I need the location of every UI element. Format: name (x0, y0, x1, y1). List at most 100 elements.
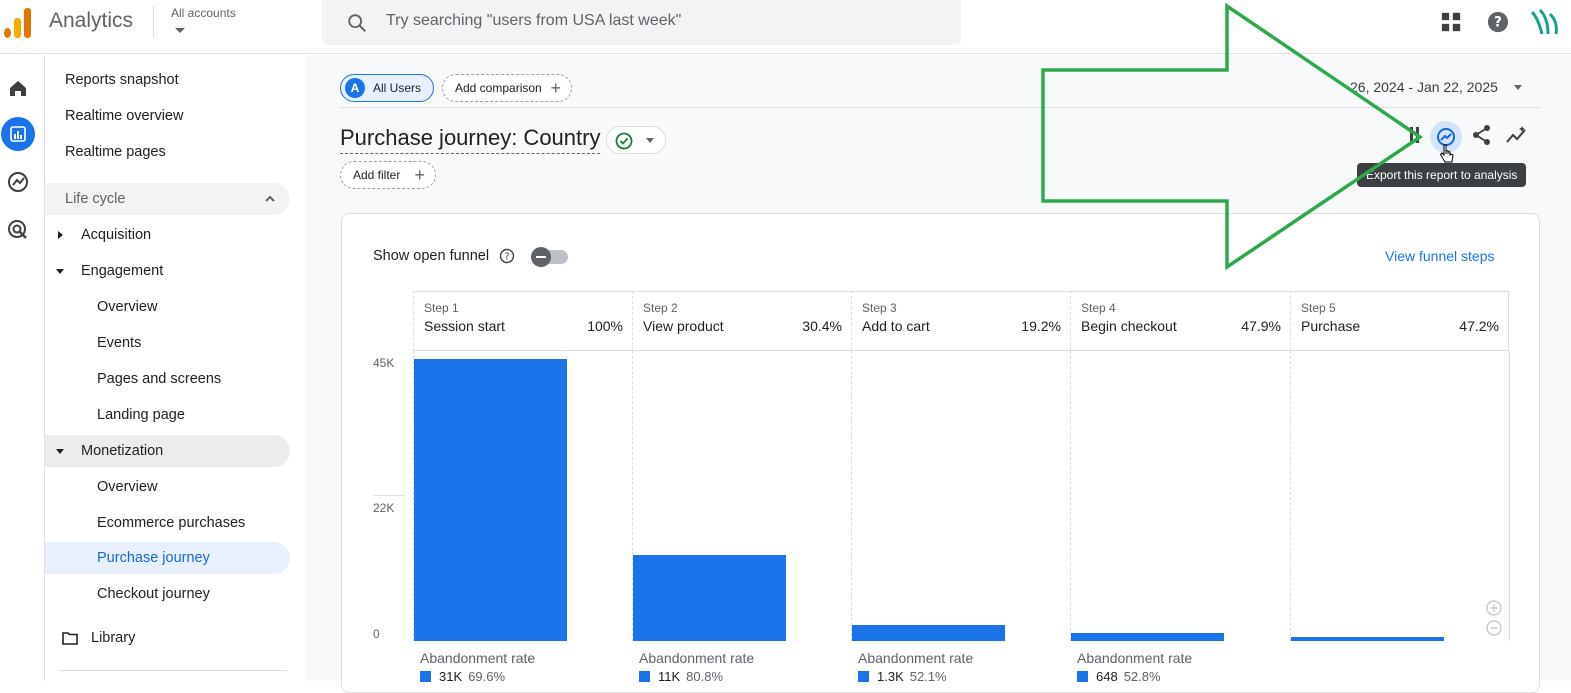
share-icon[interactable] (1471, 124, 1493, 146)
search-input[interactable]: Try searching "users from USA last week" (322, 0, 961, 45)
nav-library[interactable]: Library (45, 622, 290, 654)
nav-monetization-overview[interactable]: Overview (45, 471, 290, 503)
funnel-bar[interactable] (633, 555, 786, 641)
funnel-bar[interactable] (414, 359, 567, 641)
zoom-out-icon[interactable] (1486, 620, 1502, 636)
column-separator (1290, 351, 1291, 641)
nav-pages-and-screens[interactable]: Pages and screens (45, 363, 290, 395)
legend-swatch (858, 671, 869, 682)
view-funnel-steps-link[interactable]: View funnel steps (1385, 248, 1494, 264)
abandonment-label: Abandonment rate (858, 650, 974, 666)
svg-text:?: ? (1494, 15, 1502, 31)
plus-icon: + (414, 165, 425, 185)
reports-nav-active[interactable] (1, 117, 35, 151)
chevron-up-icon (265, 195, 275, 202)
toggle-knob[interactable] (531, 247, 551, 267)
step-header: Step 3 Add to cart 19.2% (851, 291, 1070, 351)
nav-monetization[interactable]: Monetization (45, 435, 290, 467)
date-range-picker[interactable]: 26, 2024 - Jan 22, 2025 (1350, 79, 1498, 95)
nav-landing-page[interactable]: Landing page (45, 399, 290, 431)
step-number: Step 1 (424, 301, 459, 315)
abandonment-value: 648 52.8% (1077, 669, 1161, 684)
step-header: Step 5 Purchase 47.2% (1290, 291, 1509, 351)
plus-icon: + (550, 78, 561, 98)
step-name: Purchase (1301, 318, 1361, 334)
abandonment-label: Abandonment rate (639, 650, 755, 666)
account-selector[interactable]: All accounts (171, 6, 236, 20)
nav-events[interactable]: Events (45, 327, 290, 359)
search-icon (348, 14, 366, 32)
step-completion-rate: 100% (587, 318, 623, 334)
nav-divider (59, 670, 287, 671)
step-name: Session start (424, 318, 505, 334)
apps-grid-icon[interactable] (1440, 11, 1462, 33)
compare-icon[interactable] (1402, 124, 1422, 146)
nav-purchase-journey[interactable]: Purchase journey (45, 542, 290, 574)
home-icon[interactable] (4, 74, 32, 102)
all-users-chip[interactable]: A All Users (340, 74, 434, 102)
step-completion-rate: 47.9% (1241, 318, 1281, 334)
abandonment-value: 1.3K 52.1% (858, 669, 947, 684)
nav-realtime-pages[interactable]: Realtime pages (45, 136, 290, 168)
add-comparison-button[interactable]: Add comparison + (442, 74, 572, 102)
abandonment-value: 31K 69.6% (420, 669, 505, 684)
segment-badge: A (345, 78, 365, 98)
y-tick-label: 22K (373, 501, 395, 515)
legend-swatch (639, 671, 650, 682)
advertising-icon[interactable] (4, 216, 32, 244)
page-title[interactable]: Purchase journey: Country (340, 125, 601, 154)
add-filter-button[interactable]: Add filter + (340, 161, 436, 189)
help-icon[interactable]: ? (1487, 11, 1509, 33)
zoom-in-icon[interactable] (1486, 600, 1502, 616)
funnel-bar[interactable] (1291, 637, 1444, 641)
show-open-funnel-label: Show open funnel (373, 248, 490, 264)
nav-reports-snapshot[interactable]: Reports snapshot (45, 64, 290, 96)
funnel-bar[interactable] (1071, 633, 1224, 641)
funnel-card: Show open funnel ? View funnel steps Ste… (341, 213, 1540, 693)
nav-engagement[interactable]: Engagement (45, 255, 290, 287)
nav-engagement-overview[interactable]: Overview (45, 291, 290, 323)
nav-realtime-overview[interactable]: Realtime overview (45, 100, 290, 132)
y-tick-label: 45K (373, 356, 395, 370)
chevron-down-icon[interactable] (175, 28, 185, 33)
legend-swatch (420, 671, 431, 682)
abandonment-label: Abandonment rate (420, 650, 536, 666)
insights-icon[interactable] (1505, 124, 1529, 146)
grid-line (373, 495, 405, 496)
legend-swatch (1077, 671, 1088, 682)
left-rail (0, 55, 45, 681)
explore-icon[interactable] (4, 168, 32, 196)
funnel-bar[interactable] (852, 625, 1005, 641)
chevron-down-icon (646, 138, 654, 143)
step-completion-rate: 30.4% (802, 318, 842, 334)
collapse-icon (56, 269, 64, 274)
collapse-icon (56, 449, 64, 454)
reports-nav: Reports snapshot Realtime overview Realt… (45, 55, 305, 681)
lifecycle-section-header[interactable]: Life cycle (45, 183, 290, 215)
toolbar-divider (340, 107, 1540, 108)
chevron-down-icon[interactable] (1514, 85, 1522, 90)
step-header: Step 1 Session start 100% (413, 291, 632, 351)
header-divider (153, 6, 154, 38)
nav-acquisition[interactable]: Acquisition (45, 219, 290, 251)
export-tooltip: Export this report to analysis (1357, 163, 1527, 187)
account-avatar-icon[interactable] (1528, 6, 1564, 38)
y-tick-label: 0 (373, 627, 380, 641)
column-separator (1509, 351, 1510, 641)
bar-chart-icon (10, 126, 26, 142)
abandonment-label: Abandonment rate (1077, 650, 1193, 666)
report-status-dropdown[interactable] (606, 126, 666, 154)
top-bar: Analytics All accounts Try searching "us… (0, 0, 1571, 54)
expand-icon (58, 231, 63, 239)
abandonment-value: 11K 80.8% (639, 669, 723, 684)
check-circle-icon (615, 132, 633, 150)
analytics-logo-icon[interactable] (4, 6, 32, 38)
step-name: View product (643, 318, 724, 334)
help-outline-icon[interactable]: ? (499, 248, 515, 264)
nav-ecommerce-purchases[interactable]: Ecommerce purchases (45, 507, 290, 539)
step-number: Step 5 (1301, 301, 1336, 315)
folder-icon (62, 632, 78, 645)
nav-checkout-journey[interactable]: Checkout journey (45, 578, 290, 610)
svg-text:?: ? (504, 252, 509, 263)
column-separator (851, 351, 852, 641)
